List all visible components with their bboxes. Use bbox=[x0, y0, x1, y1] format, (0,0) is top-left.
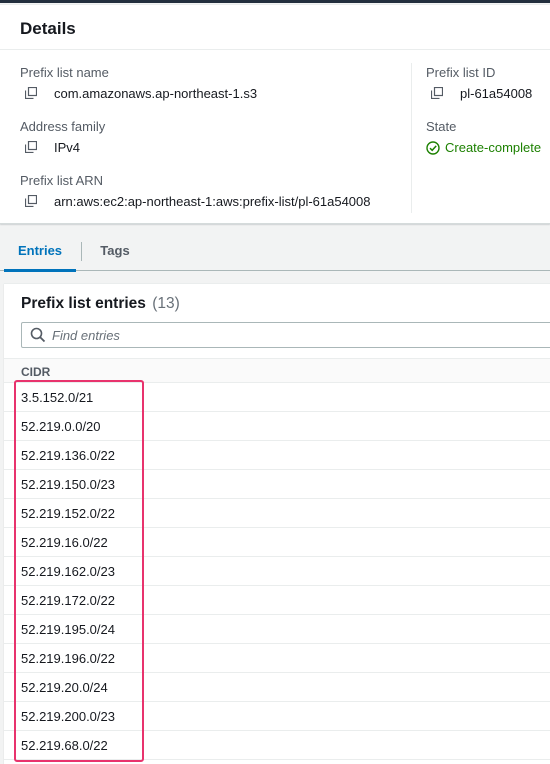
column-divider bbox=[411, 63, 412, 213]
prefix-list-arn-label: Prefix list ARN bbox=[20, 173, 104, 188]
copy-icon[interactable] bbox=[25, 195, 43, 209]
search-input[interactable] bbox=[52, 327, 532, 343]
table-row: 52.219.172.0/22 bbox=[4, 586, 550, 615]
prefix-list-id-label: Prefix list ID bbox=[426, 65, 496, 80]
table-row: 52.219.16.0/22 bbox=[4, 528, 550, 557]
prefix-list-id-field: Prefix list ID pl-61a54008 bbox=[426, 65, 532, 102]
table-row: 52.219.150.0/23 bbox=[4, 470, 550, 499]
table-row: 52.219.162.0/23 bbox=[4, 557, 550, 586]
prefix-list-name-value: com.amazonaws.ap-northeast-1.s3 bbox=[54, 86, 258, 101]
state-value: Create-complete bbox=[445, 140, 542, 155]
state-field: State Create-complete bbox=[426, 119, 541, 156]
copy-icon[interactable] bbox=[25, 87, 43, 101]
prefix-list-entries-panel: Prefix list entries (13) CIDR 3.5.152.0/… bbox=[4, 283, 550, 764]
column-header-cidr[interactable]: CIDR bbox=[4, 358, 550, 383]
table-row: 3.5.152.0/21 bbox=[4, 383, 550, 412]
copy-icon[interactable] bbox=[431, 87, 449, 101]
prefix-list-arn-field: Prefix list ARN arn:aws:ec2:ap-northeast… bbox=[20, 173, 371, 210]
tab-bar: Entries Tags bbox=[0, 231, 550, 272]
details-header: Details bbox=[0, 5, 550, 50]
table-row: 52.219.196.0/22 bbox=[4, 644, 550, 673]
table-row: 52.219.0.0/20 bbox=[4, 412, 550, 441]
search-box[interactable] bbox=[21, 322, 550, 348]
entries-title-text: Prefix list entries bbox=[21, 295, 146, 312]
search-icon bbox=[30, 327, 46, 343]
prefix-list-name-field: Prefix list name com.amazonaws.ap-northe… bbox=[20, 65, 257, 102]
address-family-field: Address family IPv4 bbox=[20, 119, 105, 156]
entries-count: (13) bbox=[152, 295, 180, 312]
table-row: 52.219.68.0/22 bbox=[4, 731, 550, 760]
table-row: 52.219.195.0/24 bbox=[4, 615, 550, 644]
tab-tags[interactable]: Tags bbox=[82, 231, 148, 271]
prefix-list-id-value: pl-61a54008 bbox=[460, 86, 533, 101]
table-row: 52.219.152.0/22 bbox=[4, 499, 550, 528]
entries-table: CIDR 3.5.152.0/21 52.219.0.0/20 52.219.1… bbox=[4, 358, 550, 760]
top-bar bbox=[0, 0, 550, 3]
tab-entries[interactable]: Entries bbox=[0, 231, 80, 272]
address-family-value: IPv4 bbox=[54, 140, 81, 155]
check-circle-icon bbox=[426, 141, 440, 155]
copy-icon[interactable] bbox=[25, 141, 43, 155]
table-row: 52.219.200.0/23 bbox=[4, 702, 550, 731]
entries-title: Prefix list entries (13) bbox=[21, 295, 180, 313]
details-title: Details bbox=[20, 19, 76, 38]
table-row: 52.219.136.0/22 bbox=[4, 441, 550, 470]
details-panel: Details Prefix list name com.amazonaws.a… bbox=[0, 4, 550, 224]
address-family-label: Address family bbox=[20, 119, 106, 134]
prefix-list-name-label: Prefix list name bbox=[20, 65, 109, 80]
table-row: 52.219.20.0/24 bbox=[4, 673, 550, 702]
state-label: State bbox=[426, 119, 457, 134]
prefix-list-arn-value: arn:aws:ec2:ap-northeast-1:aws:prefix-li… bbox=[54, 194, 371, 209]
